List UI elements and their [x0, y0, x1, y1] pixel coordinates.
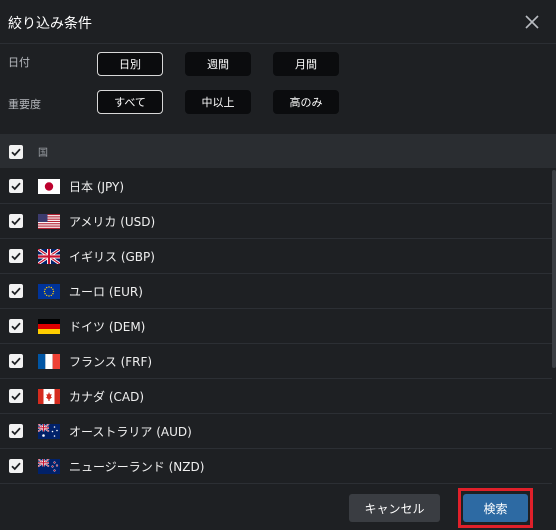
check-icon [11, 287, 21, 296]
list-scrollbar[interactable] [552, 170, 556, 368]
check-icon [11, 357, 21, 366]
list-item[interactable]: カナダ (CAD) [0, 379, 552, 414]
list-item[interactable]: フランス (FRF) [0, 344, 552, 379]
check-icon [11, 148, 21, 157]
country-checkbox[interactable] [9, 249, 23, 263]
list-item[interactable]: ニュージーランド (NZD) [0, 449, 552, 484]
list-item[interactable]: オーストラリア (AUD) [0, 414, 552, 449]
date-option-monthly[interactable]: 月間 [273, 52, 339, 76]
country-checkbox[interactable] [9, 319, 23, 333]
date-option-daily[interactable]: 日別 [97, 52, 163, 76]
importance-filter-label: 重要度 [8, 98, 41, 111]
country-label: ユーロ (EUR) [69, 285, 143, 299]
country-checkbox[interactable] [9, 389, 23, 403]
country-checkbox[interactable] [9, 284, 23, 298]
country-label: オーストラリア (AUD) [69, 425, 192, 439]
usa-flag-icon [38, 214, 60, 229]
search-button[interactable]: 検索 [463, 494, 528, 522]
check-icon [11, 427, 21, 436]
date-option-weekly[interactable]: 週間 [185, 52, 251, 76]
country-checkbox[interactable] [9, 424, 23, 438]
country-label: 日本 (JPY) [69, 180, 125, 194]
select-all-checkbox[interactable] [9, 145, 23, 159]
list-item[interactable]: ユーロ (EUR) [0, 274, 552, 309]
check-icon [11, 252, 21, 261]
dialog-title: 絞り込み条件 [8, 16, 92, 32]
japan-flag-icon [38, 179, 60, 194]
country-checkbox[interactable] [9, 214, 23, 228]
list-item[interactable]: 日本 (JPY) [0, 169, 552, 204]
importance-option-all[interactable]: すべて [97, 90, 163, 114]
importance-option-medium-up[interactable]: 中以上 [185, 90, 251, 114]
france-flag-icon [38, 354, 60, 369]
new-zealand-flag-icon [38, 459, 60, 474]
check-icon [11, 462, 21, 471]
country-list-header: 国 [0, 134, 556, 168]
germany-flag-icon [38, 319, 60, 334]
check-icon [11, 322, 21, 331]
uk-flag-icon [38, 249, 60, 264]
cancel-button[interactable]: キャンセル [349, 494, 440, 522]
check-icon [11, 392, 21, 401]
country-label: イギリス (GBP) [69, 250, 155, 264]
importance-filter-row: 重要度 すべて 中以上 高のみ [0, 90, 556, 120]
list-item[interactable]: ドイツ (DEM) [0, 309, 552, 344]
australia-flag-icon [38, 424, 60, 439]
date-filter-label: 日付 [8, 56, 30, 69]
country-checkbox[interactable] [9, 354, 23, 368]
dialog-header: 絞り込み条件 [0, 0, 556, 44]
country-label: カナダ (CAD) [69, 390, 145, 404]
list-item[interactable]: イギリス (GBP) [0, 239, 552, 274]
check-icon [11, 217, 21, 226]
country-column-label: 国 [38, 148, 48, 159]
importance-option-high-only[interactable]: 高のみ [273, 90, 339, 114]
canada-flag-icon [38, 389, 60, 404]
country-label: ニュージーランド (NZD) [69, 460, 205, 474]
country-list: 国 日本 (JPY) アメリカ (USD) イギリス (GBP) ユーロ (EU… [0, 134, 556, 486]
country-label: フランス (FRF) [69, 355, 153, 369]
country-checkbox[interactable] [9, 179, 23, 193]
check-icon [11, 182, 21, 191]
eu-flag-icon [38, 284, 60, 299]
country-label: アメリカ (USD) [69, 215, 156, 229]
country-label: ドイツ (DEM) [69, 320, 146, 334]
list-item[interactable]: アメリカ (USD) [0, 204, 552, 239]
date-filter-row: 日付 日別 週間 月間 [0, 52, 556, 82]
country-checkbox[interactable] [9, 459, 23, 473]
close-icon[interactable] [522, 12, 542, 32]
